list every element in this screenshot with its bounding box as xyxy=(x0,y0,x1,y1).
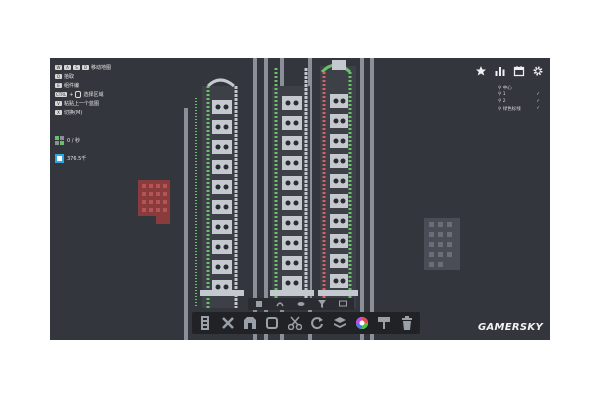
hint-label: 移动地图 xyxy=(91,65,112,71)
hint-label: 选择区域 xyxy=(83,92,104,98)
cutter-tool-icon[interactable] xyxy=(287,315,303,331)
red-machine-cluster xyxy=(138,180,170,224)
hint-label: 切换(M) xyxy=(64,110,83,116)
waypoint-list: ⚲ 中心 ⚲ 1 ✓ ⚲ 2 ✓ ⚲ 绿色标线 ✓ xyxy=(498,84,540,112)
calendar-icon[interactable] xyxy=(512,64,525,77)
balancer-tool-icon[interactable] xyxy=(220,315,236,331)
watermark-logo: GAMERSKY xyxy=(477,322,543,333)
pin-icon: ⚲ xyxy=(498,106,502,112)
checkmark-icon: ✓ xyxy=(536,106,540,111)
hint-pick: Q 拾取 xyxy=(55,73,74,80)
hint-edit: E 组件编 xyxy=(55,82,79,89)
rotator-tool-icon[interactable] xyxy=(309,315,325,331)
key-d: D xyxy=(82,65,89,70)
mixer-tool-icon[interactable] xyxy=(354,315,370,331)
factory-column-2 xyxy=(272,68,310,308)
count-value: 376.5千 xyxy=(67,156,87,162)
hint-label: 粘贴上一个蓝图 xyxy=(64,101,100,107)
shape-icon xyxy=(55,136,64,145)
key-a: A xyxy=(64,65,71,70)
gear-icon[interactable] xyxy=(531,64,544,77)
hint-label: 组件编 xyxy=(64,83,80,89)
rate-value: 0 / 秒 xyxy=(67,138,81,144)
output-belts xyxy=(200,290,358,296)
tunnel-tool-icon[interactable] xyxy=(242,315,258,331)
waypoint-item[interactable]: ⚲ 2 ✓ xyxy=(498,98,540,105)
stats-icon[interactable] xyxy=(493,64,506,77)
star-icon[interactable] xyxy=(474,64,487,77)
top-right-menu xyxy=(474,64,544,77)
key-w: W xyxy=(55,65,62,70)
storage-icon xyxy=(55,154,64,163)
variant-belt-icon[interactable] xyxy=(255,300,263,308)
key-ctrl: CTRL xyxy=(55,92,68,97)
checkmark-icon: ✓ xyxy=(536,99,540,104)
extractor-tool-icon[interactable] xyxy=(264,315,280,331)
grey-machine-cluster xyxy=(424,218,460,270)
key-s: S xyxy=(73,65,80,70)
waypoint-item[interactable]: ⚲ 中心 xyxy=(498,84,540,91)
belt-tool-icon[interactable] xyxy=(197,315,213,331)
waypoint-item[interactable]: ⚲ 1 ✓ xyxy=(498,91,540,98)
painter-tool-icon[interactable] xyxy=(376,315,392,331)
waypoint-label: 绿色标线 xyxy=(502,106,521,112)
building-toolbar xyxy=(192,312,420,334)
key-e: E xyxy=(55,83,62,88)
filter-icon[interactable] xyxy=(318,300,327,308)
mouse-icon xyxy=(75,91,82,98)
key-x: X xyxy=(55,110,62,115)
game-viewport[interactable]: W A S D 移动地图 Q 拾取 E 组件编 CTRL + 选择区域 V 粘贴… xyxy=(50,58,550,340)
key-q: Q xyxy=(55,74,62,79)
factory-column-1 xyxy=(195,78,238,308)
pin-icon: ⚲ xyxy=(498,85,502,91)
delivery-rate-stat: 0 / 秒 xyxy=(55,136,80,145)
checkmark-icon: ✓ xyxy=(536,92,540,97)
variant-arc-icon[interactable] xyxy=(276,300,284,308)
stacker-tool-icon[interactable] xyxy=(332,315,348,331)
hint-paste-blueprint: V 粘贴上一个蓝图 xyxy=(55,100,99,107)
waypoint-label: 1 xyxy=(502,92,506,97)
waypoint-label: 2 xyxy=(502,99,506,104)
factory-column-3 xyxy=(320,60,356,308)
hint-toggle: X 切换(M) xyxy=(55,109,82,116)
hint-select-area: CTRL + 选择区域 xyxy=(55,91,103,98)
pin-icon: ⚲ xyxy=(498,99,502,104)
hint-plus: + xyxy=(69,91,74,98)
stored-count-stat: 376.5千 xyxy=(55,154,86,163)
variant-eye-icon[interactable] xyxy=(297,300,305,308)
trash-icon[interactable] xyxy=(399,315,415,331)
waypoint-label: 中心 xyxy=(502,85,512,91)
key-v: V xyxy=(55,101,62,106)
display-icon[interactable] xyxy=(339,300,348,308)
variant-toolbar xyxy=(248,298,354,310)
hint-label: 拾取 xyxy=(64,74,75,80)
hint-move-map: W A S D 移动地图 xyxy=(55,64,111,71)
pin-icon: ⚲ xyxy=(498,92,502,97)
waypoint-item[interactable]: ⚲ 绿色标线 ✓ xyxy=(498,105,540,112)
